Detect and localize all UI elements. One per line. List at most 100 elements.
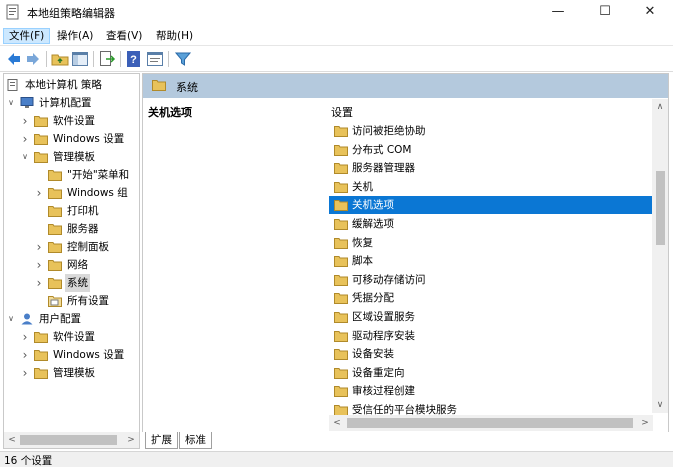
minimize-button[interactable]: — xyxy=(535,0,581,26)
details-pane: 系统 关机选项 设置 访问被拒绝协助 分布式 COM 服务器管理器 关机 关机选项 缓解选… xyxy=(142,73,669,449)
tree-item[interactable]: › Windows 设置 xyxy=(4,130,139,148)
tree-item[interactable]: › 软件设置 xyxy=(4,328,139,346)
list-item-label: 驱动程序安装 xyxy=(352,329,415,342)
tree-item[interactable]: › 网络 xyxy=(4,256,139,274)
window-title: 本地组策略编辑器 xyxy=(27,7,115,20)
list-item[interactable]: 可移动存储访问 xyxy=(329,271,653,289)
scroll-left-arrow-icon[interactable]: < xyxy=(4,432,20,448)
scroll-down-arrow-icon[interactable]: ∨ xyxy=(652,397,668,413)
scrollbar-thumb[interactable] xyxy=(20,435,117,445)
list-item[interactable]: 访问被拒绝协助 xyxy=(329,122,653,140)
maximize-button[interactable]: ☐ xyxy=(582,0,628,26)
toolbar-separator xyxy=(46,51,47,67)
list-item-label: 服务器管理器 xyxy=(352,162,415,175)
collapse-arrow-icon[interactable]: ∨ xyxy=(6,310,16,328)
export-list-icon[interactable] xyxy=(98,50,116,68)
list-horizontal-scrollbar[interactable]: < > xyxy=(329,415,653,431)
list-item-label: 关机选项 xyxy=(352,199,394,212)
tree-item[interactable]: ∨ 管理模板 xyxy=(4,148,139,166)
folder-icon xyxy=(34,367,48,385)
list-item[interactable]: 关机 xyxy=(329,178,653,196)
forward-icon[interactable] xyxy=(24,50,42,68)
expand-arrow-icon[interactable]: › xyxy=(20,112,30,130)
tree-horizontal-scrollbar[interactable]: < > xyxy=(4,432,139,448)
tab-standard[interactable]: 标准 xyxy=(179,432,212,449)
expand-arrow-icon[interactable]: › xyxy=(34,256,44,274)
details-header: 系统 xyxy=(143,74,668,98)
filter-icon[interactable] xyxy=(174,50,192,68)
close-button[interactable]: ✕ xyxy=(627,0,673,26)
expand-arrow-icon[interactable]: › xyxy=(34,274,44,292)
tree-item-label: Windows 组 xyxy=(67,187,128,199)
list-item-label: 设备重定向 xyxy=(352,366,405,379)
list-item[interactable]: 驱动程序安装 xyxy=(329,327,653,345)
tree-item-label: 计算机配置 xyxy=(39,97,92,109)
list-item-label: 访问被拒绝协助 xyxy=(352,125,426,137)
tree-item[interactable]: 本地计算机 策略 xyxy=(4,76,139,94)
list-item-label: 设备安装 xyxy=(352,348,394,361)
tree-item[interactable]: › 系统 xyxy=(4,274,139,292)
toolbar-separator xyxy=(93,51,94,67)
list-item[interactable]: 审核过程创建 xyxy=(329,382,653,400)
back-icon[interactable] xyxy=(5,50,23,68)
show-hide-tree-icon[interactable] xyxy=(71,50,89,68)
list-vertical-scrollbar[interactable]: ∧ ∨ xyxy=(652,99,668,413)
tree-item-label: 打印机 xyxy=(67,205,99,217)
list-item[interactable]: 设备重定向 xyxy=(329,364,653,382)
scroll-right-arrow-icon[interactable]: > xyxy=(123,432,139,448)
scrollbar-thumb[interactable] xyxy=(656,171,665,245)
tab-extended[interactable]: 扩展 xyxy=(145,432,178,449)
up-folder-icon[interactable] xyxy=(51,50,69,68)
list-item[interactable]: 分布式 COM xyxy=(329,141,653,159)
expand-arrow-icon[interactable]: › xyxy=(20,130,30,148)
expand-arrow-icon[interactable]: › xyxy=(20,328,30,346)
list-item[interactable]: 服务器管理器 xyxy=(329,159,653,177)
menu-file[interactable]: 文件(F) xyxy=(3,28,51,44)
tree-item[interactable]: › 软件设置 xyxy=(4,112,139,130)
scroll-right-arrow-icon[interactable]: > xyxy=(637,415,653,431)
details-header-title: 系统 xyxy=(176,81,198,94)
list-item[interactable]: 脚本 xyxy=(329,252,653,270)
tree-item[interactable]: › Windows 设置 xyxy=(4,346,139,364)
view-tabs: 扩展 标准 xyxy=(142,432,669,449)
toolbar-separator xyxy=(120,51,121,67)
list-item[interactable]: 凭据分配 xyxy=(329,289,653,307)
tree-item[interactable]: ∨ 用户配置 xyxy=(4,310,139,328)
scrollbar-thumb[interactable] xyxy=(347,418,633,428)
tree-item[interactable]: 打印机 xyxy=(4,202,139,220)
tree-item-label: "开始"菜单和 xyxy=(67,169,130,181)
tree-item[interactable]: 服务器 xyxy=(4,220,139,238)
list-item-label: 关机 xyxy=(352,180,373,193)
navigation-tree[interactable]: 本地计算机 策略 ∨ 计算机配置 › 软件设置 › Windows 设置 ∨ 管理模板 "开始"菜… xyxy=(3,73,140,449)
column-header-setting[interactable]: 设置 xyxy=(331,104,353,120)
menu-action[interactable]: 操作(A) xyxy=(52,28,98,44)
help-icon[interactable]: ? xyxy=(125,50,143,68)
expand-arrow-icon[interactable]: › xyxy=(34,184,44,202)
expand-arrow-icon[interactable]: › xyxy=(20,346,30,364)
menu-view[interactable]: 查看(V) xyxy=(101,28,147,44)
toolbar-separator xyxy=(168,51,169,67)
menu-help[interactable]: 帮助(H) xyxy=(151,28,198,44)
expand-arrow-icon[interactable]: › xyxy=(20,364,30,382)
tree-item[interactable]: › 控制面板 xyxy=(4,238,139,256)
properties-icon[interactable] xyxy=(146,50,164,68)
collapse-arrow-icon[interactable]: ∨ xyxy=(20,148,30,166)
collapse-arrow-icon[interactable]: ∨ xyxy=(6,94,16,112)
list-item[interactable]: 恢复 xyxy=(329,234,653,252)
list-item[interactable]: 设备安装 xyxy=(329,345,653,363)
folder-icon xyxy=(152,80,166,91)
list-item[interactable]: 缓解选项 xyxy=(329,215,653,233)
tree-item[interactable]: › 管理模板 xyxy=(4,364,139,382)
scroll-up-arrow-icon[interactable]: ∧ xyxy=(652,99,668,115)
tree-item[interactable]: "开始"菜单和 xyxy=(4,166,139,184)
scroll-left-arrow-icon[interactable]: < xyxy=(329,415,345,431)
tree-item-label: 软件设置 xyxy=(53,331,95,343)
tree-item[interactable]: 所有设置 xyxy=(4,292,139,310)
expand-arrow-icon[interactable]: › xyxy=(34,238,44,256)
list-item[interactable]: 关机选项 xyxy=(329,196,653,215)
list-item-label: 凭据分配 xyxy=(352,292,394,305)
list-item[interactable]: 区域设置服务 xyxy=(329,308,653,326)
tree-item[interactable]: › Windows 组 xyxy=(4,184,139,202)
description-title: 关机选项 xyxy=(148,106,192,119)
tree-item[interactable]: ∨ 计算机配置 xyxy=(4,94,139,112)
